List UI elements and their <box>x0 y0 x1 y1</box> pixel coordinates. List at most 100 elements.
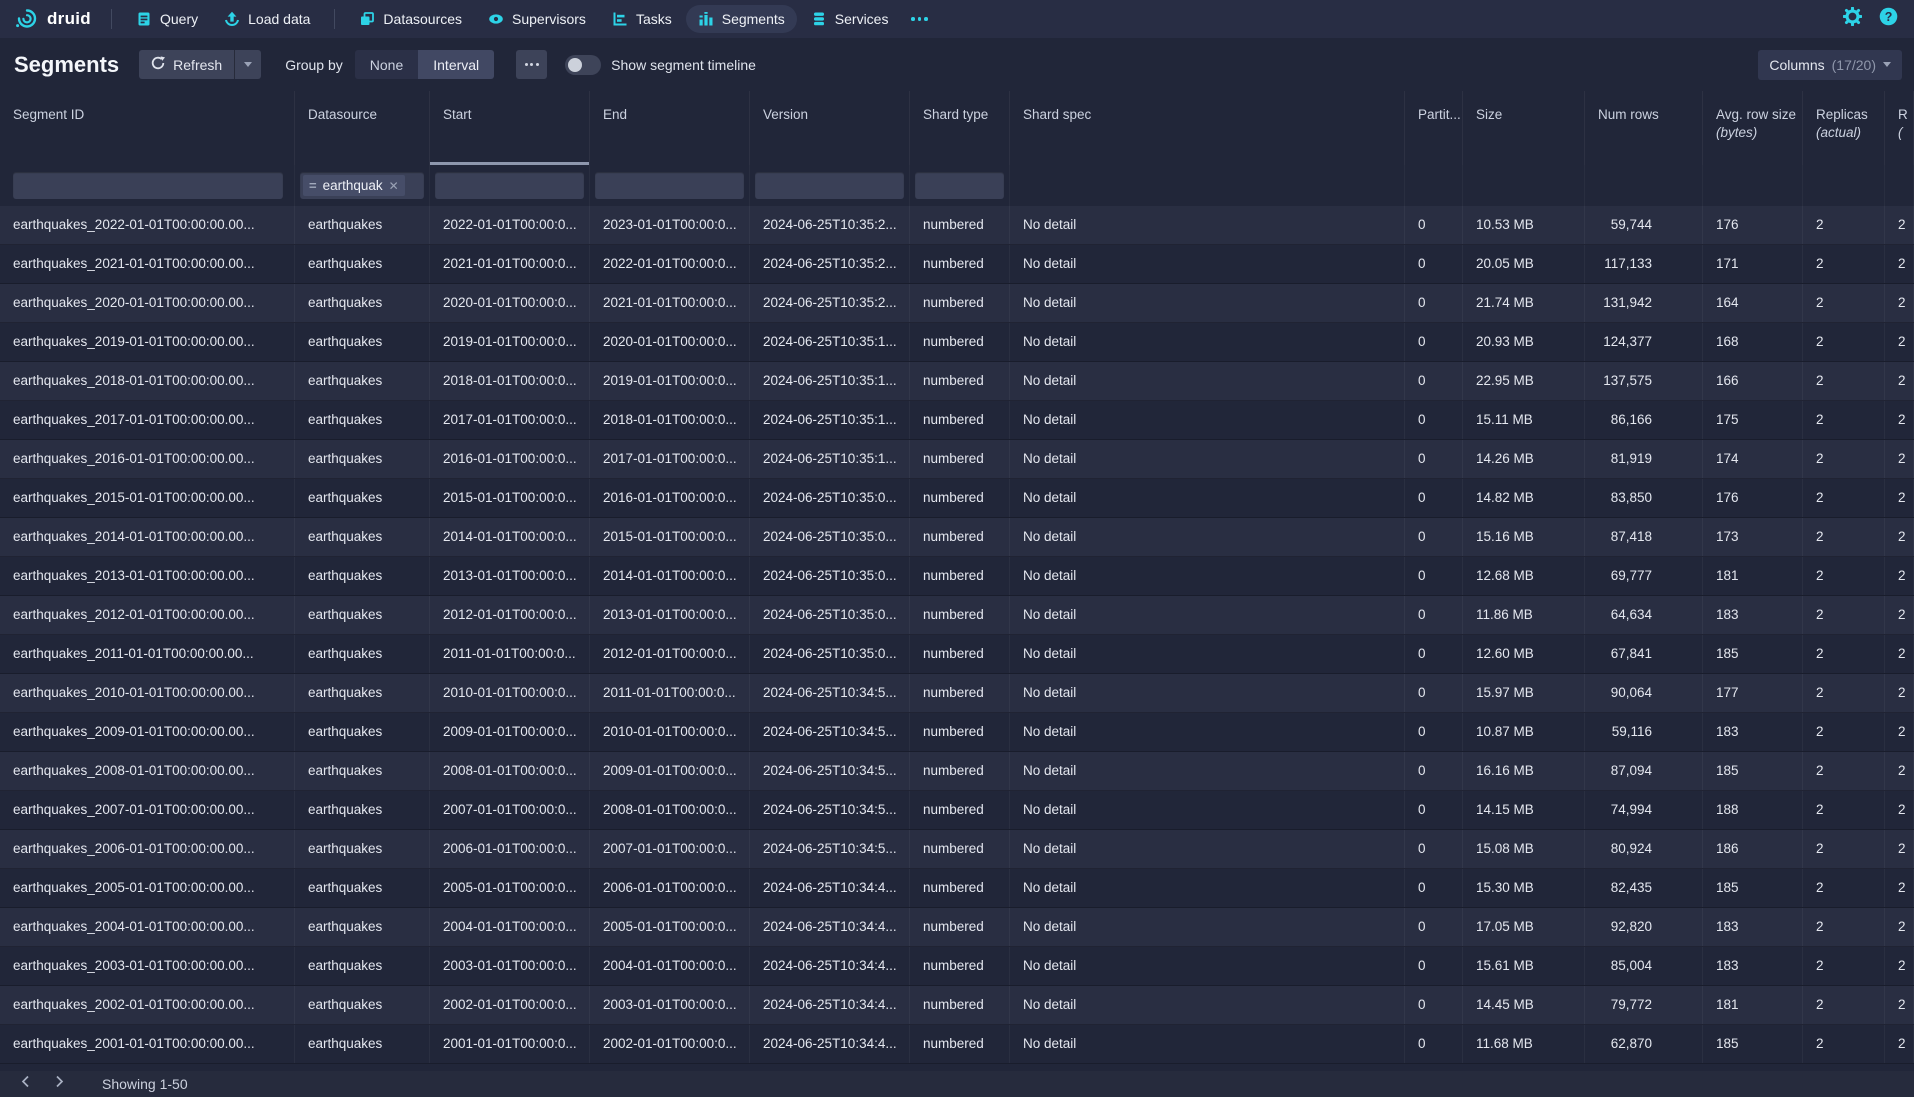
cell-size[interactable]: 14.26 MB <box>1463 440 1585 478</box>
cell-avg_row_size[interactable]: 185 <box>1703 1025 1803 1063</box>
cell-shard_spec[interactable]: No detail <box>1010 362 1405 400</box>
cell-avg_row_size[interactable]: 166 <box>1703 362 1803 400</box>
cell-num_rows[interactable]: 80,924 <box>1585 830 1703 868</box>
cell-shard_type[interactable]: numbered <box>910 245 1010 283</box>
cell-partition[interactable]: 0 <box>1405 713 1463 751</box>
nav-item-datasources[interactable]: Datasources <box>347 5 474 33</box>
cell-segment_id[interactable]: earthquakes_2014-01-01T00:00:00.00... <box>0 518 295 556</box>
cell-datasource[interactable]: earthquakes <box>295 752 430 790</box>
cell-partition[interactable]: 0 <box>1405 791 1463 829</box>
cell-shard_type[interactable]: numbered <box>910 362 1010 400</box>
filter-input-start[interactable] <box>435 172 584 199</box>
cell-shard_type[interactable]: numbered <box>910 752 1010 790</box>
cell-version[interactable]: 2024-06-25T10:35:2... <box>750 206 910 244</box>
cell-start[interactable]: 2019-01-01T00:00:0... <box>430 323 590 361</box>
cell-num_rows[interactable]: 86,166 <box>1585 401 1703 439</box>
cell-shard_type[interactable]: numbered <box>910 323 1010 361</box>
cell-replication_factor[interactable]: 2 <box>1885 1025 1914 1063</box>
cell-num_rows[interactable]: 87,418 <box>1585 518 1703 556</box>
cell-replication_factor[interactable]: 2 <box>1885 206 1914 244</box>
cell-start[interactable]: 2011-01-01T00:00:0... <box>430 635 590 673</box>
cell-partition[interactable]: 0 <box>1405 479 1463 517</box>
group-by-none-button[interactable]: None <box>355 50 418 79</box>
cell-shard_spec[interactable]: No detail <box>1010 206 1405 244</box>
cell-datasource[interactable]: earthquakes <box>295 1025 430 1063</box>
cell-version[interactable]: 2024-06-25T10:34:4... <box>750 947 910 985</box>
cell-shard_spec[interactable]: No detail <box>1010 635 1405 673</box>
cell-num_rows[interactable]: 59,744 <box>1585 206 1703 244</box>
cell-avg_row_size[interactable]: 174 <box>1703 440 1803 478</box>
cell-size[interactable]: 16.16 MB <box>1463 752 1585 790</box>
cell-datasource[interactable]: earthquakes <box>295 986 430 1024</box>
cell-replication_factor[interactable]: 2 <box>1885 713 1914 751</box>
next-page-button[interactable] <box>44 1073 74 1095</box>
cell-replication_factor[interactable]: 2 <box>1885 284 1914 322</box>
cell-size[interactable]: 15.11 MB <box>1463 401 1585 439</box>
cell-segment_id[interactable]: earthquakes_2002-01-01T00:00:00.00... <box>0 986 295 1024</box>
cell-shard_spec[interactable]: No detail <box>1010 518 1405 556</box>
cell-avg_row_size[interactable]: 183 <box>1703 713 1803 751</box>
cell-num_rows[interactable]: 81,919 <box>1585 440 1703 478</box>
cell-start[interactable]: 2005-01-01T00:00:0... <box>430 869 590 907</box>
cell-shard_spec[interactable]: No detail <box>1010 752 1405 790</box>
cell-start[interactable]: 2007-01-01T00:00:0... <box>430 791 590 829</box>
cell-avg_row_size[interactable]: 188 <box>1703 791 1803 829</box>
nav-more-button[interactable] <box>902 11 937 27</box>
cell-shard_type[interactable]: numbered <box>910 1025 1010 1063</box>
cell-version[interactable]: 2024-06-25T10:34:5... <box>750 830 910 868</box>
nav-item-supervisors[interactable]: Supervisors <box>476 5 598 33</box>
column-header-end[interactable]: End <box>590 91 750 165</box>
cell-avg_row_size[interactable]: 175 <box>1703 401 1803 439</box>
refresh-button[interactable]: Refresh <box>139 50 234 79</box>
cell-replication_factor[interactable]: 2 <box>1885 479 1914 517</box>
cell-segment_id[interactable]: earthquakes_2008-01-01T00:00:00.00... <box>0 752 295 790</box>
cell-avg_row_size[interactable]: 173 <box>1703 518 1803 556</box>
cell-start[interactable]: 2013-01-01T00:00:0... <box>430 557 590 595</box>
cell-replicas[interactable]: 2 <box>1803 479 1885 517</box>
cell-partition[interactable]: 0 <box>1405 830 1463 868</box>
cell-size[interactable]: 15.16 MB <box>1463 518 1585 556</box>
cell-num_rows[interactable]: 69,777 <box>1585 557 1703 595</box>
cell-replicas[interactable]: 2 <box>1803 284 1885 322</box>
cell-end[interactable]: 2012-01-01T00:00:0... <box>590 635 750 673</box>
cell-end[interactable]: 2020-01-01T00:00:0... <box>590 323 750 361</box>
cell-start[interactable]: 2021-01-01T00:00:0... <box>430 245 590 283</box>
column-header-version[interactable]: Version <box>750 91 910 165</box>
cell-segment_id[interactable]: earthquakes_2022-01-01T00:00:00.00... <box>0 206 295 244</box>
cell-start[interactable]: 2008-01-01T00:00:0... <box>430 752 590 790</box>
cell-avg_row_size[interactable]: 183 <box>1703 596 1803 634</box>
cell-size[interactable]: 20.93 MB <box>1463 323 1585 361</box>
cell-end[interactable]: 2011-01-01T00:00:0... <box>590 674 750 712</box>
cell-num_rows[interactable]: 117,133 <box>1585 245 1703 283</box>
cell-datasource[interactable]: earthquakes <box>295 674 430 712</box>
cell-start[interactable]: 2018-01-01T00:00:0... <box>430 362 590 400</box>
cell-avg_row_size[interactable]: 185 <box>1703 635 1803 673</box>
cell-replication_factor[interactable]: 2 <box>1885 791 1914 829</box>
filter-input-shard_type[interactable] <box>915 172 1004 199</box>
cell-shard_spec[interactable]: No detail <box>1010 674 1405 712</box>
cell-shard_spec[interactable]: No detail <box>1010 713 1405 751</box>
cell-datasource[interactable]: earthquakes <box>295 557 430 595</box>
cell-size[interactable]: 22.95 MB <box>1463 362 1585 400</box>
cell-end[interactable]: 2010-01-01T00:00:0... <box>590 713 750 751</box>
cell-segment_id[interactable]: earthquakes_2009-01-01T00:00:00.00... <box>0 713 295 751</box>
cell-segment_id[interactable]: earthquakes_2013-01-01T00:00:00.00... <box>0 557 295 595</box>
cell-num_rows[interactable]: 124,377 <box>1585 323 1703 361</box>
column-header-shard_spec[interactable]: Shard spec <box>1010 91 1405 165</box>
cell-partition[interactable]: 0 <box>1405 245 1463 283</box>
cell-shard_type[interactable]: numbered <box>910 206 1010 244</box>
cell-replicas[interactable]: 2 <box>1803 596 1885 634</box>
cell-shard_spec[interactable]: No detail <box>1010 284 1405 322</box>
cell-start[interactable]: 2002-01-01T00:00:0... <box>430 986 590 1024</box>
filter-input-version[interactable] <box>755 172 904 199</box>
cell-size[interactable]: 12.68 MB <box>1463 557 1585 595</box>
cell-num_rows[interactable]: 90,064 <box>1585 674 1703 712</box>
cell-replicas[interactable]: 2 <box>1803 674 1885 712</box>
cell-version[interactable]: 2024-06-25T10:34:4... <box>750 869 910 907</box>
cell-version[interactable]: 2024-06-25T10:35:0... <box>750 596 910 634</box>
cell-shard_type[interactable]: numbered <box>910 674 1010 712</box>
cell-replication_factor[interactable]: 2 <box>1885 986 1914 1024</box>
cell-replication_factor[interactable]: 2 <box>1885 557 1914 595</box>
cell-end[interactable]: 2019-01-01T00:00:0... <box>590 362 750 400</box>
cell-version[interactable]: 2024-06-25T10:34:4... <box>750 908 910 946</box>
